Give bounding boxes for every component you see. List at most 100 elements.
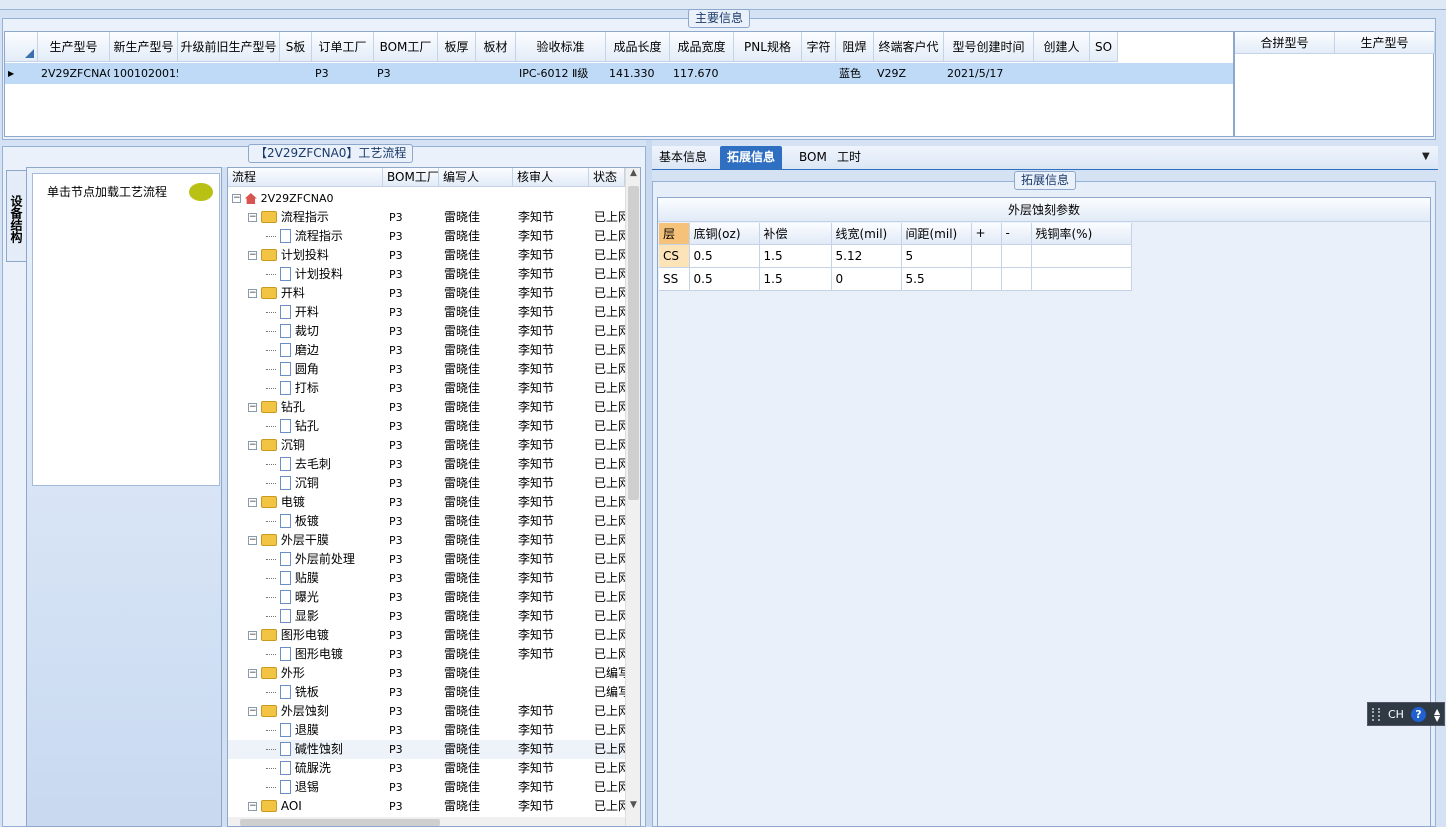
tree-row[interactable]: 板镀 P3 雷晓佳 李知节 已上网 <box>228 512 625 531</box>
main-col-header[interactable]: 生产型号 <box>38 32 110 62</box>
scroll-thumb[interactable] <box>628 186 639 500</box>
ext-cell[interactable]: 5 <box>901 244 972 268</box>
expander-icon[interactable]: − <box>248 213 257 222</box>
tree-row[interactable]: 计划投料 P3 雷晓佳 李知节 已上网 <box>228 265 625 284</box>
help-icon[interactable]: ? <box>1411 707 1426 722</box>
main-col-header[interactable]: 创建人 <box>1034 32 1090 62</box>
main-col-header[interactable]: 新生产型号 <box>110 32 178 62</box>
ext-cell[interactable]: CS <box>659 244 690 268</box>
ext-cell[interactable]: 5.5 <box>901 267 972 291</box>
expander-icon[interactable]: − <box>248 707 257 716</box>
main-cell[interactable] <box>802 63 836 84</box>
ext-cell[interactable]: 0.5 <box>689 244 760 268</box>
ext-row[interactable]: CS 0.5 1.5 5.12 5 <box>659 244 1132 268</box>
main-cell[interactable]: 117.670 <box>670 63 734 84</box>
main-cell[interactable]: IPC-6012 Ⅱ级 <box>516 63 606 84</box>
main-col-header[interactable]: PNL规格 <box>734 32 802 62</box>
tab-bom[interactable]: BOM <box>792 146 834 170</box>
col-writer[interactable]: 编写人 <box>439 168 513 187</box>
tree-vscroll[interactable]: ▲ ▼ <box>625 168 640 826</box>
main-col-header[interactable]: 板材 <box>476 32 516 62</box>
main-cell[interactable] <box>178 63 280 84</box>
expander-icon[interactable]: − <box>248 289 257 298</box>
ext-col-header[interactable]: 层 <box>659 223 690 245</box>
tree-row[interactable]: 开料 P3 雷晓佳 李知节 已上网 <box>228 303 625 322</box>
side-tab-equipment[interactable]: 设备结构 <box>6 170 26 262</box>
main-cell[interactable]: V29Z <box>874 63 944 84</box>
main-col-header[interactable]: 成品长度 <box>606 32 670 62</box>
main-cell[interactable]: 2V29ZFCNA0 <box>38 63 110 84</box>
ext-cell[interactable]: 1.5 <box>759 244 832 268</box>
tab-dropdown-icon[interactable]: ▼ <box>1422 151 1430 162</box>
expander-icon[interactable]: − <box>248 536 257 545</box>
main-col-header[interactable]: 验收标准 <box>516 32 606 62</box>
main-col-header[interactable]: 升级前旧生产型号 <box>178 32 280 62</box>
main-table-row[interactable]: ▶ 2V29ZFCNA010010200150511 P3P3 IPC-6012 Ⅱ级… <box>5 63 1233 84</box>
ext-cell[interactable] <box>1001 244 1032 268</box>
tree-row[interactable]: − 流程指示 P3 雷晓佳 李知节 已上网 <box>228 208 625 227</box>
col-bom[interactable]: BOM工厂 <box>383 168 439 187</box>
main-col-header[interactable]: BOM工厂 <box>374 32 438 62</box>
expander-icon[interactable]: − <box>248 498 257 507</box>
ext-cell[interactable]: SS <box>659 267 690 291</box>
tree-row[interactable]: 圆角 P3 雷晓佳 李知节 已上网 <box>228 360 625 379</box>
main-cell[interactable] <box>1090 63 1118 84</box>
main-col-header[interactable]: SO <box>1090 32 1118 62</box>
tab-extended[interactable]: 拓展信息 <box>720 146 783 170</box>
expander-icon[interactable]: − <box>248 802 257 811</box>
tab-hours[interactable]: 工时 <box>830 146 868 170</box>
tree-row[interactable]: − 外层干膜 P3 雷晓佳 李知节 已上网 <box>228 531 625 550</box>
scroll-down-icon[interactable]: ▼ <box>626 800 640 817</box>
main-col-header[interactable]: 板厚 <box>438 32 476 62</box>
ime-menu-icon[interactable]: ▲ ▼ <box>1434 708 1440 723</box>
tree-row[interactable]: 打标 P3 雷晓佳 李知节 已上网 <box>228 379 625 398</box>
main-col-header[interactable]: 型号创建时间 <box>944 32 1034 62</box>
tree-row[interactable]: − 计划投料 P3 雷晓佳 李知节 已上网 <box>228 246 625 265</box>
tree-row[interactable]: 外层前处理 P3 雷晓佳 李知节 已上网 <box>228 550 625 569</box>
ext-col-header[interactable]: 间距(mil) <box>901 223 972 245</box>
ext-row[interactable]: SS 0.5 1.5 0 5.5 <box>659 267 1132 291</box>
scroll-up-icon[interactable]: ▲ <box>626 168 640 185</box>
main-cell[interactable] <box>734 63 802 84</box>
main-col-header[interactable]: 阻焊 <box>836 32 874 62</box>
main-col-header[interactable]: 字符 <box>802 32 836 62</box>
tree-row[interactable]: 去毛刺 P3 雷晓佳 李知节 已上网 <box>228 455 625 474</box>
ext-cell[interactable]: 0.5 <box>689 267 760 291</box>
hint-box[interactable]: 单击节点加载工艺流程 <box>32 173 220 486</box>
main-cell[interactable]: P3 <box>312 63 374 84</box>
tree-row[interactable]: 图形电镀 P3 雷晓佳 李知节 已上网 <box>228 645 625 664</box>
ext-cell[interactable] <box>1001 267 1032 291</box>
tab-basic[interactable]: 基本信息 <box>652 146 714 170</box>
tree-row[interactable]: 退锡 P3 雷晓佳 李知节 已上网 <box>228 778 625 797</box>
ext-col-header[interactable]: 底铜(oz) <box>689 223 760 245</box>
tree-row[interactable]: 磨边 P3 雷晓佳 李知节 已上网 <box>228 341 625 360</box>
tree-row[interactable]: − 开料 P3 雷晓佳 李知节 已上网 <box>228 284 625 303</box>
main-col-header[interactable]: 成品宽度 <box>670 32 734 62</box>
tree-row[interactable]: 显影 P3 雷晓佳 李知节 已上网 <box>228 607 625 626</box>
ext-col-header[interactable]: 残铜率(%) <box>1031 223 1132 245</box>
tree-hscroll[interactable] <box>228 817 625 826</box>
main-col-header[interactable]: 订单工厂 <box>312 32 374 62</box>
tree-row[interactable]: − 外形 P3 雷晓佳 已编写 <box>228 664 625 683</box>
expander-icon[interactable]: − <box>248 403 257 412</box>
ext-col-header[interactable]: 补偿 <box>759 223 832 245</box>
tree-row[interactable]: 曝光 P3 雷晓佳 李知节 已上网 <box>228 588 625 607</box>
tree-row[interactable]: 贴膜 P3 雷晓佳 李知节 已上网 <box>228 569 625 588</box>
main-cell[interactable]: 141.330 <box>606 63 670 84</box>
tree-row[interactable]: − 图形电镀 P3 雷晓佳 李知节 已上网 <box>228 626 625 645</box>
ime-toolbar[interactable]: CH ? ▲ ▼ <box>1367 702 1445 726</box>
ext-cell[interactable] <box>971 244 1002 268</box>
tree-row[interactable]: − 沉铜 P3 雷晓佳 李知节 已上网 <box>228 436 625 455</box>
main-cell[interactable]: 2021/5/17 <box>944 63 1034 84</box>
tree-row[interactable]: 流程指示 P3 雷晓佳 李知节 已上网 <box>228 227 625 246</box>
main-cell[interactable]: 10010200150511 <box>110 63 178 84</box>
tree-row[interactable]: 碱性蚀刻 P3 雷晓佳 李知节 已上网 <box>228 740 625 759</box>
main-cell[interactable]: 蓝色 <box>836 63 874 84</box>
ext-cell[interactable]: 1.5 <box>759 267 832 291</box>
expander-icon[interactable]: − <box>248 669 257 678</box>
expander-icon[interactable]: − <box>248 251 257 260</box>
tree-row[interactable]: 退膜 P3 雷晓佳 李知节 已上网 <box>228 721 625 740</box>
tree-row[interactable]: − 外层蚀刻 P3 雷晓佳 李知节 已上网 <box>228 702 625 721</box>
grid-corner[interactable] <box>5 32 38 62</box>
tree-row[interactable]: − AOI P3 雷晓佳 李知节 已上网 <box>228 797 625 816</box>
